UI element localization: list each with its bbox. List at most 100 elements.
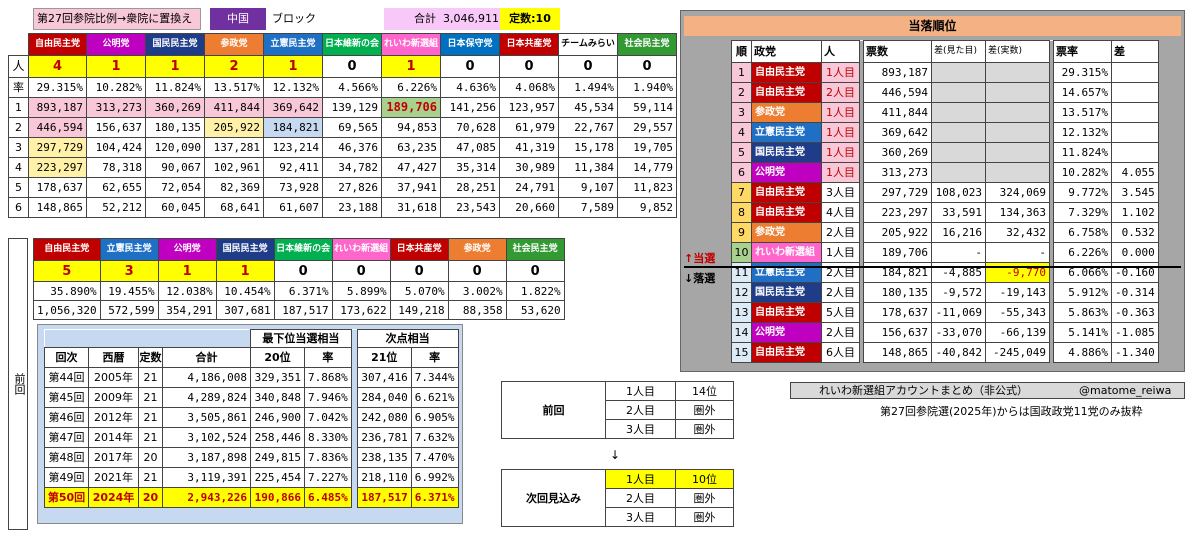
row-label: 2 [8,117,29,138]
rank-cell: 7.329% [1053,202,1112,223]
quotient-cell: 27,826 [322,177,382,198]
party-header: 参政党 [204,33,264,56]
rank-cell: 29.315% [1053,62,1112,83]
rank-cell: -9,572 [931,282,986,303]
prev-party-header: 自由民主党 [33,238,101,261]
rank-cell: 1人目 [821,242,860,263]
vote-rate: 1.940% [617,77,677,98]
rank-cell: 8 [731,202,752,223]
hist-spacer [44,329,251,348]
prev-votes: 149,218 [389,300,449,320]
rank-cell: - [931,242,986,263]
quotient-cell: 120,090 [145,137,205,158]
hist-cell: 6.485% [304,487,352,508]
quotient-cell: 9,852 [617,197,677,218]
hist-column-header: 西暦 [88,347,139,368]
hist-cell: 7.042% [304,407,352,428]
hist-cell: 6.992% [410,467,459,488]
rank-cell: 134,363 [985,202,1050,223]
rank-cell: 313,273 [863,162,932,183]
quotient-cell: 34,782 [322,157,382,178]
vote-rate: 4.636% [440,77,500,98]
rank-cell: 4 [731,122,752,143]
prev-rate: 5.899% [331,281,391,301]
quotient-cell: 139,129 [322,97,382,118]
rank-cell: 2人目 [821,82,860,103]
hist-cell: 3,119,391 [162,467,251,488]
party-header: チームみらい [558,33,618,56]
quotient-cell: 23,188 [322,197,382,218]
quotient-cell: 59,114 [617,97,677,118]
quotient-cell: 446,594 [28,117,87,138]
rank-cell: 32,432 [985,222,1050,243]
hist-cell: 第44回 [44,367,89,388]
quotient-cell: 411,844 [204,97,264,118]
hist-cell: 4,186,008 [162,367,251,388]
rank-cell: - [985,242,1050,263]
quotient-cell: 62,655 [86,177,146,198]
seat-count: 0 [322,55,382,78]
rank-cell: 3 [731,102,752,123]
quotient-cell: 9,107 [558,177,618,198]
reiwa-rank-value: 10位 [675,469,734,489]
quotient-cell: 68,641 [204,197,264,218]
hist-cell: 21 [138,367,163,388]
hist-cell: 7.946% [304,387,352,408]
hist-cell: 307,416 [356,367,412,388]
rank-column-header: 人 [821,40,860,63]
rank-cell: 0.000 [1111,242,1159,263]
row-label: 5 [8,177,29,198]
rank-cell: 3人目 [821,182,860,203]
hist-cell: 第48回 [44,447,89,468]
party-header: 立憲民主党 [263,33,323,56]
rank-cell: 205,922 [863,222,932,243]
hist-cell: 7.836% [304,447,352,468]
rank-cell: 893,187 [863,62,932,83]
prev-party-header: 立憲民主党 [99,238,159,261]
quotient-cell: 28,251 [440,177,500,198]
rank-cell: 10 [731,242,752,263]
rank-cell: 立憲民主党 [751,122,822,143]
rank-column-header: 順 [731,40,752,63]
rank-cell: 自由民主党 [751,82,822,103]
hist-cell: 21 [138,387,163,408]
prev-seat-count: 5 [33,260,101,282]
rank-cell: 14 [731,322,752,343]
quotient-cell: 31,618 [381,197,441,218]
rank-column-header: 票率 [1053,40,1112,63]
quotient-cell: 47,427 [381,157,441,178]
quotient-cell: 360,269 [145,97,205,118]
hist-cell: 7.227% [304,467,352,488]
prev-rate: 10.454% [215,281,275,301]
seat-count: 1 [86,55,146,78]
win-lose-divider [684,266,1181,268]
rank-cell [1111,82,1159,103]
quotient-cell: 15,178 [558,137,618,158]
hist-cell: 3,102,524 [162,427,251,448]
win-label: ↑当選 [684,252,716,265]
party-header: 日本維新の会 [322,33,382,56]
quotient-cell: 141,256 [440,97,500,118]
prev-party-header: 日本共産党 [389,238,449,261]
prev-party-header: れいわ新選組 [331,238,391,261]
prev-votes: 572,599 [99,300,159,320]
quotient-cell: 123,214 [263,137,323,158]
rank-cell: 223,297 [863,202,932,223]
rank-cell: 参政党 [751,222,822,243]
rank-cell: 369,642 [863,122,932,143]
hist-group-header: 最下位当選相当 [250,329,352,348]
hist-cell: 236,781 [356,427,412,448]
quotient-cell: 61,979 [499,117,559,138]
rank-cell: -19,143 [985,282,1050,303]
quotient-cell: 70,628 [440,117,500,138]
hist-column-header: 21位 [356,347,412,368]
rank-cell: 1人目 [821,102,860,123]
region-label: 中国 [210,8,266,30]
quotient-cell: 30,989 [499,157,559,178]
rank-cell: 6.758% [1053,222,1112,243]
hist-cell: 190,866 [250,487,305,508]
vote-rate: 10.282% [86,77,146,98]
party-header: 日本保守党 [440,33,500,56]
reiwa-nth-label: 2人目 [605,400,676,420]
rank-cell [931,142,986,163]
